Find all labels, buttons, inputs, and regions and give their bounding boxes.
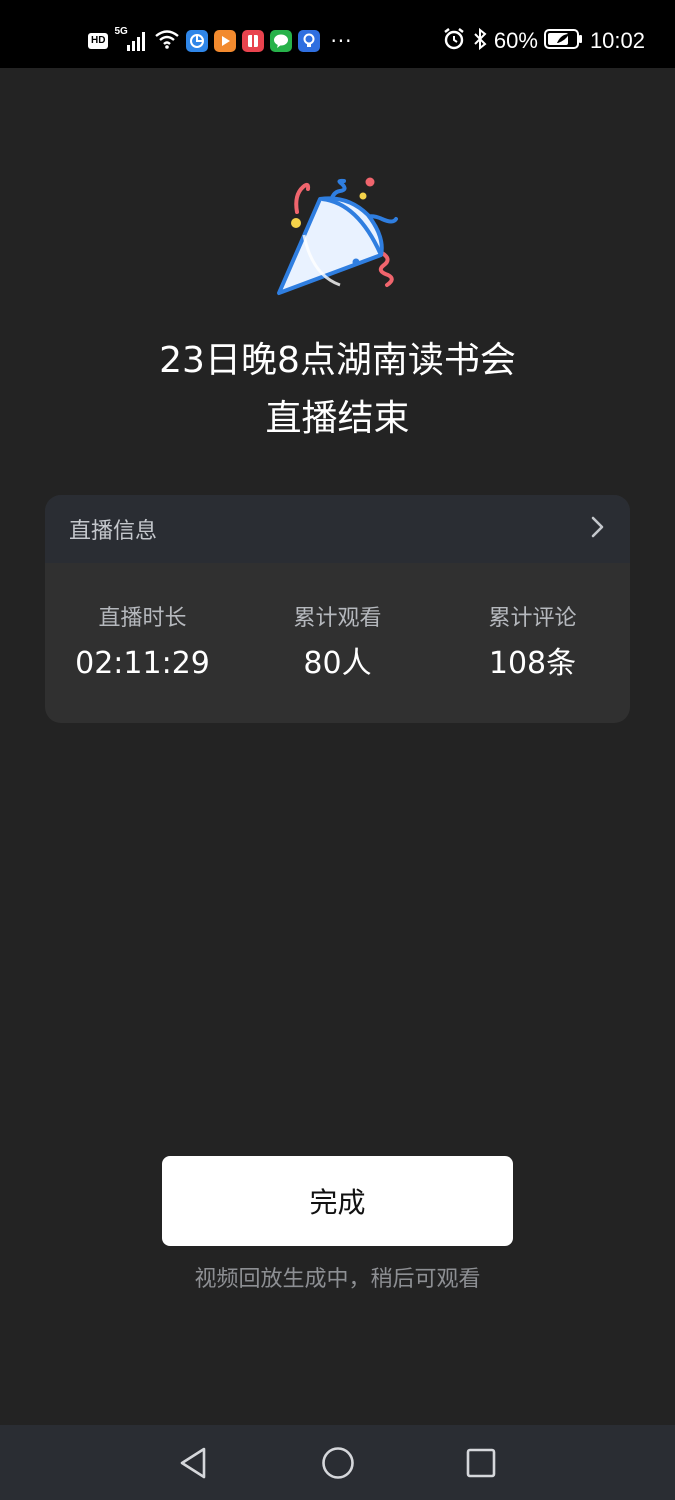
bluetooth-icon: [472, 27, 488, 55]
stat-value: 108条: [488, 646, 577, 681]
battery-icon: [543, 28, 584, 54]
status-bar-right: 60% 10:02: [442, 27, 645, 55]
stat-value: 80人: [303, 646, 372, 681]
live-title: 23日晚8点湖南读书会: [159, 340, 516, 381]
app-icon-green: [270, 30, 293, 52]
back-icon[interactable]: [175, 1445, 211, 1481]
live-info-header-label: 直播信息: [69, 519, 158, 544]
stat-label: 累计评论: [488, 606, 577, 631]
app-icon-blue: [186, 30, 209, 52]
alarm-icon: [442, 27, 466, 55]
stat-label: 累计观看: [293, 606, 382, 631]
status-bar-left: HD 5G ···: [88, 26, 353, 54]
clock: 10:02: [589, 28, 645, 53]
live-info-header[interactable]: 直播信息: [45, 495, 630, 563]
stat-total-comments: 累计评论 108条: [435, 603, 630, 689]
app-icon-orange: [214, 30, 237, 52]
replay-hint: 视频回放生成中，稍后可观看: [194, 1267, 481, 1292]
signal-icon: 5G: [114, 26, 148, 53]
recents-icon[interactable]: [463, 1445, 499, 1481]
app-icon-red: [242, 30, 265, 52]
more-notifications-icon: ···: [330, 29, 353, 53]
party-popper-icon: [270, 175, 405, 300]
stat-duration: 直播时长 02:11:29: [45, 603, 240, 689]
stat-total-views: 累计观看 80人: [240, 603, 435, 689]
hd-icon: HD: [88, 33, 109, 49]
stat-label: 直播时长: [98, 606, 187, 631]
done-button[interactable]: 完成: [162, 1156, 513, 1246]
battery-percent: 60%: [493, 28, 538, 53]
home-icon[interactable]: [320, 1445, 356, 1481]
chevron-right-icon: [590, 515, 606, 543]
live-info-card: 直播信息 直播时长 02:11:29 累计观看 80人 累计评论 108条: [45, 495, 630, 723]
live-stats: 直播时长 02:11:29 累计观看 80人 累计评论 108条: [45, 603, 630, 689]
live-ended-status: 直播结束: [265, 398, 410, 439]
app-icon-lightbulb: [298, 30, 321, 52]
navigation-bar: [0, 1425, 675, 1500]
status-bar: HD 5G ··· 60% 10:02: [0, 0, 675, 68]
wifi-icon: [154, 28, 180, 54]
stat-value: 02:11:29: [75, 646, 210, 681]
